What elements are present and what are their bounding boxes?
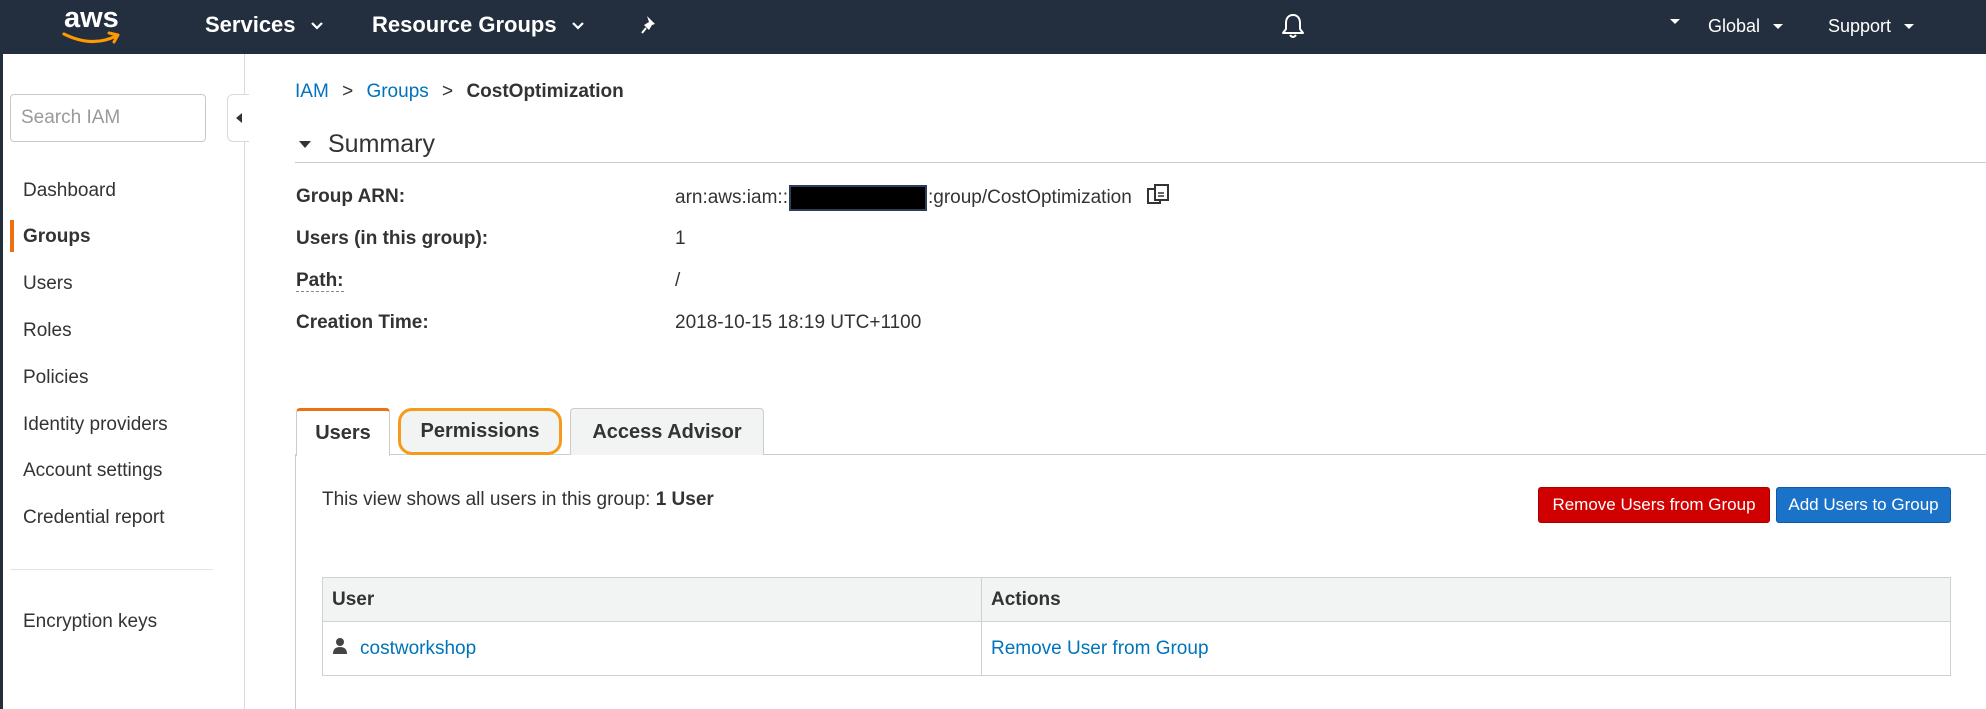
collapse-left-icon [235, 113, 242, 123]
creation-time-value: 2018-10-15 18:19 UTC+1100 [675, 312, 922, 333]
summary-divider [295, 162, 1986, 163]
group-arn-value: arn:aws:iam:: :group/CostOptimization [675, 183, 1172, 213]
region-menu[interactable]: Global [1708, 16, 1784, 37]
resource-groups-menu[interactable]: Resource Groups [372, 12, 585, 38]
group-arn-label: Group ARN: [296, 186, 406, 207]
aws-logo[interactable]: aws [60, 2, 130, 48]
breadcrumb: IAM > Groups > CostOptimization [295, 81, 624, 103]
breadcrumb-current: CostOptimization [466, 81, 624, 102]
table-row: costworkshop Remove User from Group [322, 621, 1951, 676]
caret-expanded-icon [299, 141, 311, 148]
user-link[interactable]: costworkshop [360, 638, 476, 660]
add-users-button[interactable]: Add Users to Group [1776, 487, 1951, 523]
sidebar-item-groups[interactable]: Groups [23, 226, 91, 248]
pin-icon [641, 16, 655, 34]
table-header-row: User Actions [322, 577, 1951, 622]
action-cell: Remove User from Group [981, 621, 1951, 676]
caret-down-icon [1669, 18, 1681, 26]
redacted-account-id [788, 185, 927, 211]
sidebar-item-dashboard[interactable]: Dashboard [23, 180, 116, 202]
breadcrumb-separator: > [342, 81, 354, 102]
services-menu[interactable]: Services [205, 12, 324, 38]
sidebar: Dashboard Groups Users Roles Policies Id… [3, 54, 249, 709]
remove-users-button[interactable]: Remove Users from Group [1538, 487, 1770, 523]
sidebar-divider [10, 569, 213, 570]
support-menu[interactable]: Support [1828, 16, 1915, 37]
sidebar-item-roles[interactable]: Roles [23, 320, 72, 342]
breadcrumb-iam[interactable]: IAM [295, 81, 329, 102]
resource-groups-label: Resource Groups [372, 12, 557, 37]
caret-down-icon [1903, 23, 1915, 31]
caret-down-icon [1772, 23, 1784, 31]
aws-smile-icon [62, 31, 120, 44]
bell-icon [1282, 14, 1304, 38]
path-label: Path: [296, 270, 344, 292]
sidebar-item-users[interactable]: Users [23, 273, 73, 295]
caret-down-icon [310, 21, 324, 30]
column-header-actions: Actions [981, 577, 1951, 622]
tab-access-advisor[interactable]: Access Advisor [570, 408, 764, 455]
path-label-text: Path: [296, 270, 344, 292]
user-icon [332, 637, 348, 661]
services-label: Services [205, 12, 296, 37]
breadcrumb-groups[interactable]: Groups [366, 81, 428, 102]
column-header-user[interactable]: User [322, 577, 982, 622]
sidebar-item-policies[interactable]: Policies [23, 367, 88, 389]
sidebar-item-identity-providers[interactable]: Identity providers [23, 414, 168, 436]
path-value: / [675, 270, 681, 291]
users-panel-description-text: This view shows all users in this group: [322, 489, 651, 510]
group-arn-suffix: :group/CostOptimization [927, 187, 1132, 208]
users-panel-description: This view shows all users in this group:… [322, 489, 714, 511]
notifications-button[interactable] [1280, 12, 1306, 40]
summary-toggle[interactable]: Summary [298, 130, 435, 159]
sidebar-item-account-settings[interactable]: Account settings [23, 460, 162, 482]
tab-users[interactable]: Users [296, 408, 390, 456]
users-count-label: Users (in this group): [296, 228, 489, 249]
remove-user-link[interactable]: Remove User from Group [991, 638, 1209, 659]
copy-icon[interactable] [1146, 183, 1172, 213]
breadcrumb-separator: > [442, 81, 454, 102]
users-count-value: 1 [675, 228, 686, 249]
users-count-text: 1 User [655, 489, 714, 510]
account-menu[interactable] [1657, 18, 1681, 26]
caret-down-icon [571, 21, 585, 30]
summary-title: Summary [328, 130, 435, 158]
sidebar-item-credential-report[interactable]: Credential report [23, 507, 165, 529]
pin-button[interactable] [640, 14, 660, 36]
sidebar-item-encryption-keys[interactable]: Encryption keys [23, 611, 157, 633]
search-input[interactable] [10, 94, 206, 142]
user-cell: costworkshop [322, 621, 982, 676]
collapse-sidebar-button[interactable] [227, 94, 249, 142]
top-navigation: aws Services Resource Groups Global Supp… [0, 0, 1986, 54]
creation-time-label: Creation Time: [296, 312, 429, 333]
tab-permissions[interactable]: Permissions [398, 408, 562, 455]
group-users-table: User Actions costworkshop Remove User fr… [322, 577, 1951, 676]
active-item-marker [10, 220, 14, 252]
support-label: Support [1828, 16, 1892, 36]
region-label: Global [1708, 16, 1761, 36]
group-arn-prefix: arn:aws:iam:: [675, 187, 788, 208]
